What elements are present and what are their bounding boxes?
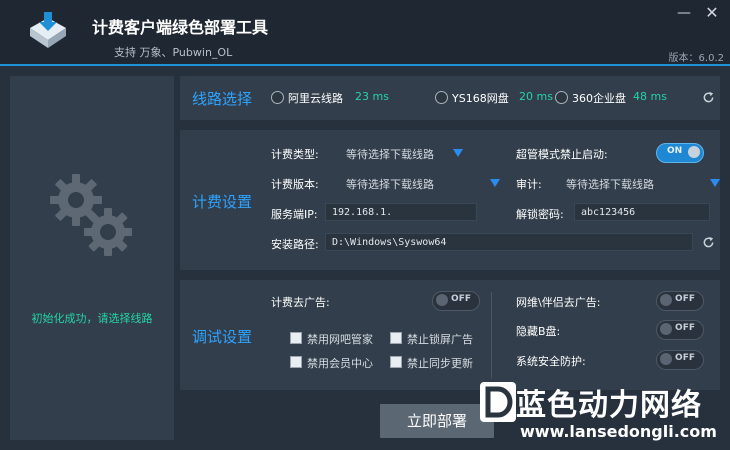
billing-type-select[interactable]: 等待选择下载线路 [346,146,434,162]
route-ys168-label[interactable]: YS168网盘 [452,90,509,106]
ads-removal-toggle[interactable]: OFF [432,291,480,311]
close-button[interactable]: ✕ [702,4,722,22]
server-ip-input[interactable]: 192.168.1. [325,203,477,221]
checkbox-block-lockscreen-ads[interactable] [390,332,402,344]
audit-label: 审计: [516,178,542,191]
super-mode-label: 超管模式禁止启动: [516,148,608,161]
toggle-knob [436,294,448,306]
accent-divider [0,64,730,66]
system-protection-toggle[interactable]: OFF [656,350,704,370]
route-ys168-latency: 20 ms [519,90,553,103]
toggle-knob [660,323,672,335]
billing-version-label: 计费版本: [271,178,319,191]
gears-icon [50,174,132,256]
chevron-down-icon[interactable] [710,179,720,187]
minimize-button[interactable]: — [674,4,694,22]
billing-section: 计费设置 计费类型: 等待选择下载线路 超管模式禁止启动: ON 计费版本: 等… [180,130,720,270]
checkbox-disable-member-center[interactable] [290,356,302,368]
netmaint-ads-toggle-text: OFF [675,294,695,304]
super-mode-toggle-text: ON [667,146,683,156]
system-protection-label: 系统安全防护: [516,355,586,368]
ads-removal-toggle-text: OFF [451,294,471,304]
install-path-label: 安装路径: [271,238,319,251]
deploy-button[interactable]: 立即部署 [380,404,494,438]
netmaint-ads-label: 网维\伴侣去广告: [516,296,601,309]
netmaint-ads-toggle[interactable]: OFF [656,291,704,311]
title-bar: 计费客户端绿色部署工具 支持 万象、Pubwin_OL 版本：6.0.2 — ✕ [0,0,730,64]
status-panel: 初始化成功，请选择线路 [10,76,174,440]
server-ip-label: 服务端IP: [271,208,318,221]
app-subtitle: 支持 万象、Pubwin_OL [114,46,233,59]
unlock-password-input[interactable]: abc123456 [574,203,710,221]
chevron-down-icon[interactable] [490,179,500,187]
route-aliyun-label[interactable]: 阿里云线路 [288,90,343,106]
toggle-knob [660,294,672,306]
radio-360[interactable] [555,91,568,104]
toggle-knob [660,353,672,365]
checkbox-disable-member-center-label[interactable]: 禁用会员中心 [307,355,373,371]
billing-section-title: 计费设置 [192,193,253,211]
toggle-knob [688,146,700,158]
refresh-icon[interactable] [702,91,715,104]
watermark-name: 蓝色动力网络 [516,388,702,423]
app-logo-icon [30,12,66,48]
audit-select[interactable]: 等待选择下载线路 [566,176,654,192]
route-section: 线路选择 阿里云线路 23 ms YS168网盘 20 ms 360企业盘 48… [180,76,720,120]
super-mode-toggle[interactable]: ON [656,143,704,163]
install-path-input[interactable]: D:\Windows\Syswow64 [325,233,693,251]
checkbox-disable-sync-update[interactable] [390,356,402,368]
ads-removal-label: 计费去广告: [271,296,330,309]
hide-b-drive-toggle-text: OFF [675,323,695,333]
watermark-logo-icon [480,382,516,422]
route-section-title: 线路选择 [192,90,253,108]
app-title: 计费客户端绿色部署工具 [92,18,269,37]
route-aliyun-latency: 23 ms [355,90,389,103]
checkbox-disable-sync-update-label[interactable]: 禁止同步更新 [407,355,473,371]
radio-ys168[interactable] [435,91,448,104]
chevron-down-icon[interactable] [453,149,463,157]
status-message: 初始化成功，请选择线路 [31,312,153,325]
watermark: 蓝色动力网络 www.lansedongli.com [480,376,726,448]
hide-b-drive-toggle[interactable]: OFF [656,320,704,340]
unlock-password-label: 解锁密码: [516,208,564,221]
route-360-latency: 48 ms [633,90,667,103]
debug-section-title: 调试设置 [192,328,253,346]
billing-type-label: 计费类型: [271,148,319,161]
checkbox-disable-netbar-label[interactable]: 禁用网吧管家 [307,331,373,347]
watermark-d-icon [485,386,513,418]
watermark-url: www.lansedongli.com [520,422,717,441]
section-divider [491,292,492,378]
version-label: 版本：6.0.2 [668,53,724,64]
debug-section: 调试设置 计费去广告: OFF 禁用网吧管家 禁止锁屏广告 禁用会员中心 禁止同… [180,280,720,390]
hide-b-drive-label: 隐藏B盘: [516,325,561,338]
route-360-label[interactable]: 360企业盘 [572,90,626,106]
checkbox-disable-netbar[interactable] [290,332,302,344]
billing-version-select[interactable]: 等待选择下载线路 [346,176,434,192]
system-protection-toggle-text: OFF [675,353,695,363]
checkbox-block-lockscreen-ads-label[interactable]: 禁止锁屏广告 [407,331,473,347]
radio-aliyun[interactable] [271,91,284,104]
refresh-icon[interactable] [702,236,715,249]
